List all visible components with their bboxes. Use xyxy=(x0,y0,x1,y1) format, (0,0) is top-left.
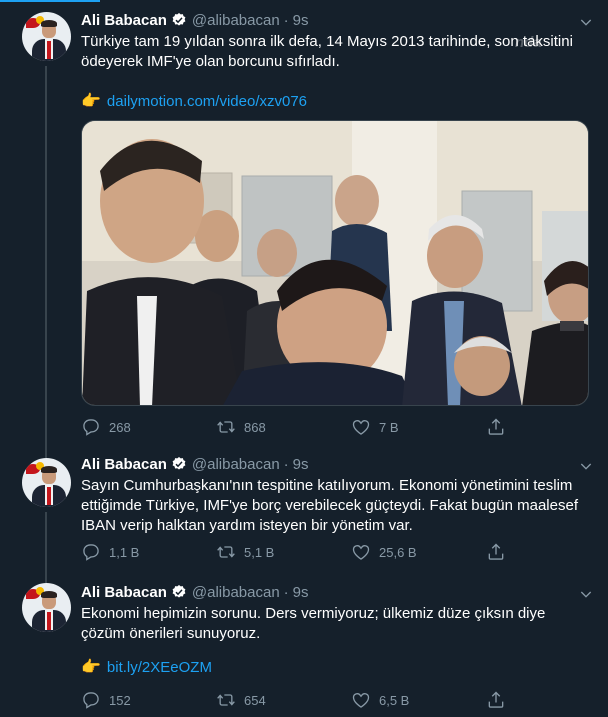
pointing-hand-icon: 👉 xyxy=(81,93,101,110)
tweet-header: Ali Babacan @alibabacan · 9s xyxy=(81,582,309,602)
author-handle[interactable]: @alibabacan xyxy=(192,12,280,29)
reply-icon xyxy=(83,419,99,436)
tweet-time[interactable]: 9s xyxy=(293,584,309,601)
retweet-button[interactable]: 5,1 B xyxy=(216,542,274,562)
retweet-count: 868 xyxy=(244,419,266,435)
tweet-link-row: 👉 dailymotion.com/video/xzv076 xyxy=(81,92,307,112)
reply-count: 152 xyxy=(109,692,131,708)
pointing-hand-icon: 👉 xyxy=(81,659,101,676)
reply-icon xyxy=(83,692,99,709)
verified-badge-icon xyxy=(172,13,186,26)
thread-connector xyxy=(45,66,47,450)
retweet-icon xyxy=(217,546,235,558)
thread-connector xyxy=(45,512,47,575)
separator-dot: · xyxy=(283,583,289,601)
share-button[interactable] xyxy=(486,542,514,562)
retweet-count: 5,1 B xyxy=(244,544,275,560)
chevron-down-icon[interactable] xyxy=(578,586,594,602)
like-button[interactable]: 25,6 B xyxy=(351,542,417,562)
tweet-text: Ekonomi hepimizin sorunu. Ders vermiyoru… xyxy=(81,605,546,642)
tweet-photo[interactable] xyxy=(81,120,589,406)
avatar[interactable] xyxy=(22,12,71,61)
like-button[interactable]: 7 B xyxy=(351,417,399,437)
tweet-2[interactable]: Ali Babacan @alibabacan · 9s Sayın Cumhu… xyxy=(0,450,608,575)
tweet-header: Ali Babacan @alibabacan · 9s xyxy=(81,10,309,30)
retweet-count: 654 xyxy=(244,692,266,708)
tweet-link[interactable]: bit.ly/2XEeOZM xyxy=(107,658,212,678)
share-button[interactable] xyxy=(486,417,514,437)
retweet-icon xyxy=(217,421,235,433)
tweet-time[interactable]: 9s xyxy=(293,12,309,29)
tweet-link-row: 👉 bit.ly/2XEeOZM xyxy=(81,658,212,678)
avatar[interactable] xyxy=(22,458,71,507)
heart-icon xyxy=(352,693,370,708)
chevron-down-icon[interactable] xyxy=(578,14,594,30)
like-count: 6,5 B xyxy=(379,692,410,708)
author-name[interactable]: Ali Babacan xyxy=(81,456,167,473)
tweet-3[interactable]: Ali Babacan @alibabacan · 9s Ekonomi hep… xyxy=(0,575,608,717)
reply-button[interactable]: 152 xyxy=(81,690,131,710)
retweet-icon xyxy=(217,694,235,706)
author-name[interactable]: Ali Babacan xyxy=(81,584,167,601)
like-count: 25,6 B xyxy=(379,544,417,560)
share-button[interactable] xyxy=(486,690,514,710)
reply-icon xyxy=(83,544,99,561)
tweet-header: Ali Babacan @alibabacan · 9s xyxy=(81,454,309,474)
tweet-time[interactable]: 9s xyxy=(293,456,309,473)
thread-connector xyxy=(45,575,47,583)
verified-badge-icon xyxy=(172,585,186,598)
reply-count: 1,1 B xyxy=(109,544,140,560)
like-count: 7 B xyxy=(379,419,399,435)
retweet-button[interactable]: 868 xyxy=(216,417,266,437)
chevron-down-icon[interactable] xyxy=(578,458,594,474)
reply-button[interactable]: 1,1 B xyxy=(81,542,139,562)
author-name[interactable]: Ali Babacan xyxy=(81,12,167,29)
tweet-actions: 268 868 7 B xyxy=(81,417,521,437)
author-handle[interactable]: @alibabacan xyxy=(192,584,280,601)
tweet-1[interactable]: Ali Babacan @alibabacan · 9s Türkiye tam… xyxy=(0,0,608,450)
like-button[interactable]: 6,5 B xyxy=(351,690,409,710)
thread-connector xyxy=(45,450,47,458)
heart-icon xyxy=(352,420,370,435)
avatar[interactable] xyxy=(22,583,71,632)
tweet-actions: 152 654 6,5 B xyxy=(81,690,521,710)
share-icon xyxy=(488,691,504,708)
heart-icon xyxy=(352,545,370,560)
tweet-link[interactable]: dailymotion.com/video/xzv076 xyxy=(107,92,307,112)
tweet-text: Sayın Cumhurbaşkanı'nın tespitine katılı… xyxy=(81,477,578,534)
share-icon xyxy=(488,418,504,435)
share-icon xyxy=(488,543,504,560)
reply-button[interactable]: 268 xyxy=(81,417,131,437)
reply-count: 268 xyxy=(109,419,131,435)
tweet-actions: 1,1 B 5,1 B 25,6 B xyxy=(81,542,521,562)
separator-dot: · xyxy=(283,455,289,473)
separator-dot: · xyxy=(283,11,289,29)
photo-group-of-men xyxy=(82,121,588,405)
watermark: nda xyxy=(515,34,542,51)
author-handle[interactable]: @alibabacan xyxy=(192,456,280,473)
verified-badge-icon xyxy=(172,457,186,470)
retweet-button[interactable]: 654 xyxy=(216,690,266,710)
